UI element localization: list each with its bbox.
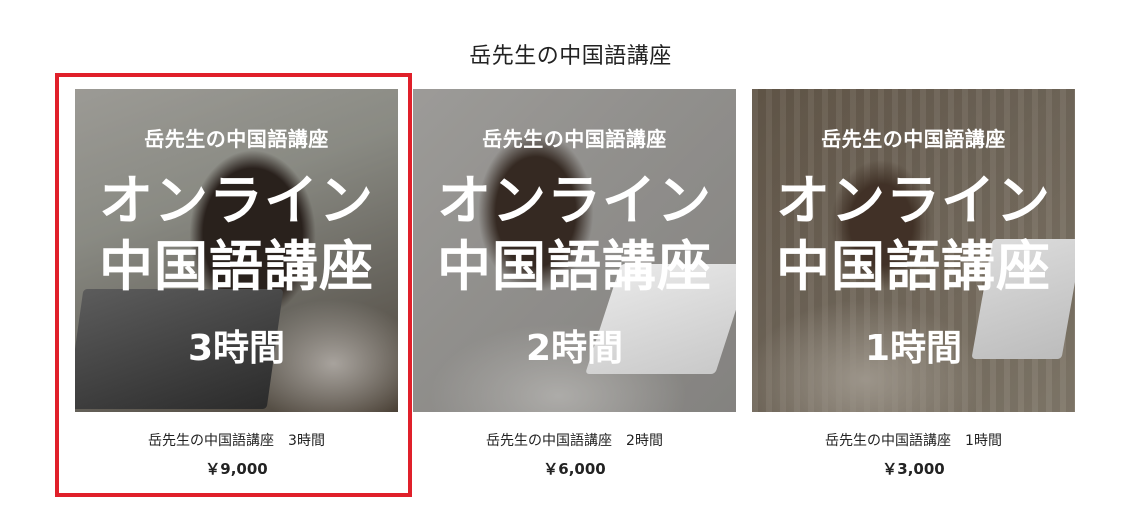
thumbnail-hours: 2時間 bbox=[525, 328, 624, 369]
product-price: ￥3,000 bbox=[882, 460, 945, 478]
thumbnail-hours: 1時間 bbox=[864, 328, 963, 369]
thumbnail-overlay-text: 岳先生の中国語講座 オンライン 中国語講座 1時間 bbox=[752, 89, 1075, 412]
thumbnail-brand: 岳先生の中国語講座 bbox=[144, 127, 329, 151]
thumbnail-headline-line1: オンライン bbox=[437, 169, 712, 232]
thumbnail-headline-line1: オンライン bbox=[99, 169, 374, 232]
thumbnail-brand: 岳先生の中国語講座 bbox=[821, 127, 1006, 151]
thumbnail-overlay-text: 岳先生の中国語講座 オンライン 中国語講座 2時間 bbox=[413, 89, 736, 412]
thumbnail-headline-line2: 中国語講座 bbox=[437, 235, 712, 298]
product-price: ￥9,000 bbox=[205, 460, 268, 478]
product-price: ￥6,000 bbox=[543, 460, 606, 478]
thumbnail-headline-line2: 中国語講座 bbox=[99, 235, 374, 298]
product-card-1-hour[interactable]: 岳先生の中国語講座 オンライン 中国語講座 1時間 岳先生の中国語講座 1時間 … bbox=[752, 89, 1075, 479]
thumbnail-hours: 3時間 bbox=[187, 328, 286, 369]
thumbnail-brand: 岳先生の中国語講座 bbox=[482, 127, 667, 151]
section-title: 岳先生の中国語講座 bbox=[469, 44, 672, 69]
product-name-link[interactable]: 岳先生の中国語講座 2時間 bbox=[413, 430, 736, 450]
thumbnail-headline-line1: オンライン bbox=[776, 169, 1051, 232]
product-name-link[interactable]: 岳先生の中国語講座 3時間 bbox=[75, 430, 398, 450]
product-name-link[interactable]: 岳先生の中国語講座 1時間 bbox=[752, 430, 1075, 450]
product-thumbnail[interactable]: 岳先生の中国語講座 オンライン 中国語講座 2時間 bbox=[413, 89, 736, 412]
thumbnail-headline-line2: 中国語講座 bbox=[776, 235, 1051, 298]
product-thumbnail[interactable]: 岳先生の中国語講座 オンライン 中国語講座 3時間 bbox=[75, 89, 398, 412]
product-card-3-hours[interactable]: 岳先生の中国語講座 オンライン 中国語講座 3時間 岳先生の中国語講座 3時間 … bbox=[75, 89, 398, 479]
product-card-2-hours[interactable]: 岳先生の中国語講座 オンライン 中国語講座 2時間 岳先生の中国語講座 2時間 … bbox=[413, 89, 736, 479]
thumbnail-overlay-text: 岳先生の中国語講座 オンライン 中国語講座 3時間 bbox=[75, 89, 398, 412]
product-thumbnail[interactable]: 岳先生の中国語講座 オンライン 中国語講座 1時間 bbox=[752, 89, 1075, 412]
